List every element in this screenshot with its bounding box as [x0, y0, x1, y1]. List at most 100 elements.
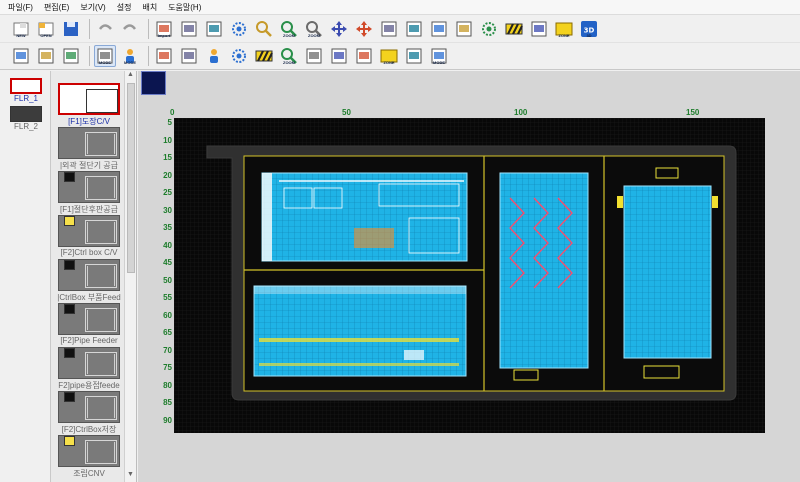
- map-button[interactable]: [378, 18, 400, 40]
- new-button[interactable]: NEW: [10, 18, 32, 40]
- person-button[interactable]: MODE: [119, 45, 141, 67]
- module-list-item[interactable]: |외곽 절단기 공급: [53, 127, 125, 171]
- print-button[interactable]: [428, 18, 450, 40]
- save-button[interactable]: [60, 18, 82, 40]
- settings-gear-button[interactable]: [228, 18, 250, 40]
- undo-button[interactable]: [94, 18, 116, 40]
- image-icon: [206, 21, 222, 36]
- printer-icon: [156, 48, 172, 64]
- print-icon: [431, 21, 447, 36]
- menu-item[interactable]: 보기(V): [80, 2, 105, 13]
- toolbar-caption: MODE: [433, 60, 445, 65]
- conveyor-button[interactable]: [403, 45, 425, 67]
- paint-button[interactable]: [328, 45, 350, 67]
- menu-item[interactable]: 설정: [117, 2, 132, 13]
- module-label: [F2]Pipe Feeder: [60, 336, 118, 345]
- machine-area-paint-line[interactable]: [261, 172, 468, 262]
- hazard-icon: [255, 50, 273, 62]
- module-list-item[interactable]: [F1]절단후판공급: [53, 171, 125, 215]
- module-list-item[interactable]: [F2]Ctrl box C/V: [53, 215, 125, 257]
- menu-item[interactable]: 파일(F): [8, 2, 33, 13]
- scroll-up-arrow-icon[interactable]: ▲: [127, 71, 134, 78]
- ruler-y-label: 85: [163, 398, 172, 407]
- mode-button[interactable]: MODE: [94, 45, 116, 67]
- hazard-button[interactable]: [253, 45, 275, 67]
- photo-button[interactable]: [35, 45, 57, 67]
- floor-item[interactable]: FLR_2: [8, 106, 44, 131]
- machine-area-assembly[interactable]: [253, 285, 467, 377]
- module-thumbnail: [58, 435, 120, 467]
- zoom-fit-button[interactable]: [253, 18, 275, 40]
- ruler-y-label: 15: [163, 153, 172, 162]
- ruler-y-label: 60: [163, 310, 172, 320]
- monitor-button[interactable]: [178, 45, 200, 67]
- zoom-in-button[interactable]: ZOOM: [278, 18, 300, 40]
- module-list-item[interactable]: 조립CNV: [53, 435, 125, 479]
- machine-icon: [232, 49, 246, 63]
- redo-button[interactable]: [119, 18, 141, 40]
- menu-item[interactable]: 도움말(H): [168, 2, 201, 13]
- floor-thumbnail: [10, 78, 42, 94]
- map-icon: [381, 21, 397, 36]
- move-select-button[interactable]: [353, 18, 375, 40]
- redo-icon: [123, 23, 137, 30]
- picture-button[interactable]: [453, 18, 475, 40]
- people-button[interactable]: [203, 45, 225, 67]
- module-list-scrollbar[interactable]: ▲ ▼: [124, 71, 136, 482]
- module-thumbnail: [58, 171, 120, 203]
- zoom-fit-icon: [256, 20, 272, 37]
- module-thumbnail-frame: [87, 134, 115, 154]
- printer-button[interactable]: [153, 45, 175, 67]
- machine-area-conveyor[interactable]: [499, 172, 589, 381]
- toolbar-caption: 3D: [586, 32, 592, 38]
- module-list-item[interactable]: [F2]Pipe Feeder: [53, 303, 125, 345]
- floor-label: FLR_1: [13, 94, 38, 103]
- zoom-out-2-button[interactable]: ZOOM: [278, 45, 300, 67]
- open-button[interactable]: OPEN: [35, 18, 57, 40]
- drawing-button[interactable]: [10, 45, 32, 67]
- truck-button[interactable]: [403, 18, 425, 40]
- zone-2-button[interactable]: ZONE: [378, 45, 400, 67]
- module-thumbnail-frame: [87, 354, 115, 374]
- import-button[interactable]: Import: [153, 18, 175, 40]
- factory-floor-map[interactable]: [174, 118, 765, 433]
- menu-item[interactable]: 편집(E): [44, 2, 69, 13]
- ruler-y-label: 75: [163, 363, 172, 372]
- layers-button[interactable]: [178, 18, 200, 40]
- module-thumbnail-frame: [87, 222, 115, 242]
- floor-item[interactable]: FLR_1: [8, 78, 44, 103]
- machine-area-storage[interactable]: [617, 167, 718, 379]
- horizontal-ruler: 0 50 100 150: [165, 108, 765, 118]
- scrollbar-thumb[interactable]: [127, 83, 135, 273]
- toolbar-caption: OPEN: [40, 32, 52, 38]
- module-label: F2]pipe용접feede: [58, 381, 120, 390]
- grid-button[interactable]: [528, 18, 550, 40]
- ruler-x-label: 0: [170, 108, 175, 117]
- module-list-item[interactable]: |CtrlBox 부품Feed: [53, 259, 125, 303]
- chart-button[interactable]: [303, 45, 325, 67]
- module-thumbnail-frame: [87, 178, 115, 198]
- machine-button[interactable]: [228, 45, 250, 67]
- module-list-item[interactable]: F2]pipe용접feede: [53, 347, 125, 391]
- module-list-item[interactable]: [F2]CtrlBox저장: [53, 391, 125, 435]
- ruler-x-label: 150: [686, 108, 700, 117]
- scroll-down-arrow-icon[interactable]: ▼: [127, 471, 134, 478]
- robot-button[interactable]: [478, 18, 500, 40]
- zoom-out-button[interactable]: ZOOM: [303, 18, 325, 40]
- menu-item[interactable]: 배치: [142, 2, 157, 13]
- image-button[interactable]: [203, 18, 225, 40]
- zone-button[interactable]: ZONE: [553, 18, 575, 40]
- move-pan-button[interactable]: [328, 18, 350, 40]
- view-3d-button[interactable]: 3D 3D: [578, 18, 600, 40]
- mode-2-button[interactable]: MODE: [428, 45, 450, 67]
- minimap-thumbnail[interactable]: [141, 71, 166, 95]
- module-list-item[interactable]: [F1]도장C/V: [53, 83, 125, 127]
- ruler-x-label: 50: [342, 108, 351, 117]
- object-button[interactable]: [60, 45, 82, 67]
- barrier-button[interactable]: [503, 18, 525, 40]
- undo-icon: [98, 23, 112, 30]
- module-thumbnail: [58, 303, 120, 335]
- paint-icon: [331, 48, 347, 64]
- crane-button[interactable]: [353, 45, 375, 67]
- floor-label: FLR_2: [13, 122, 38, 131]
